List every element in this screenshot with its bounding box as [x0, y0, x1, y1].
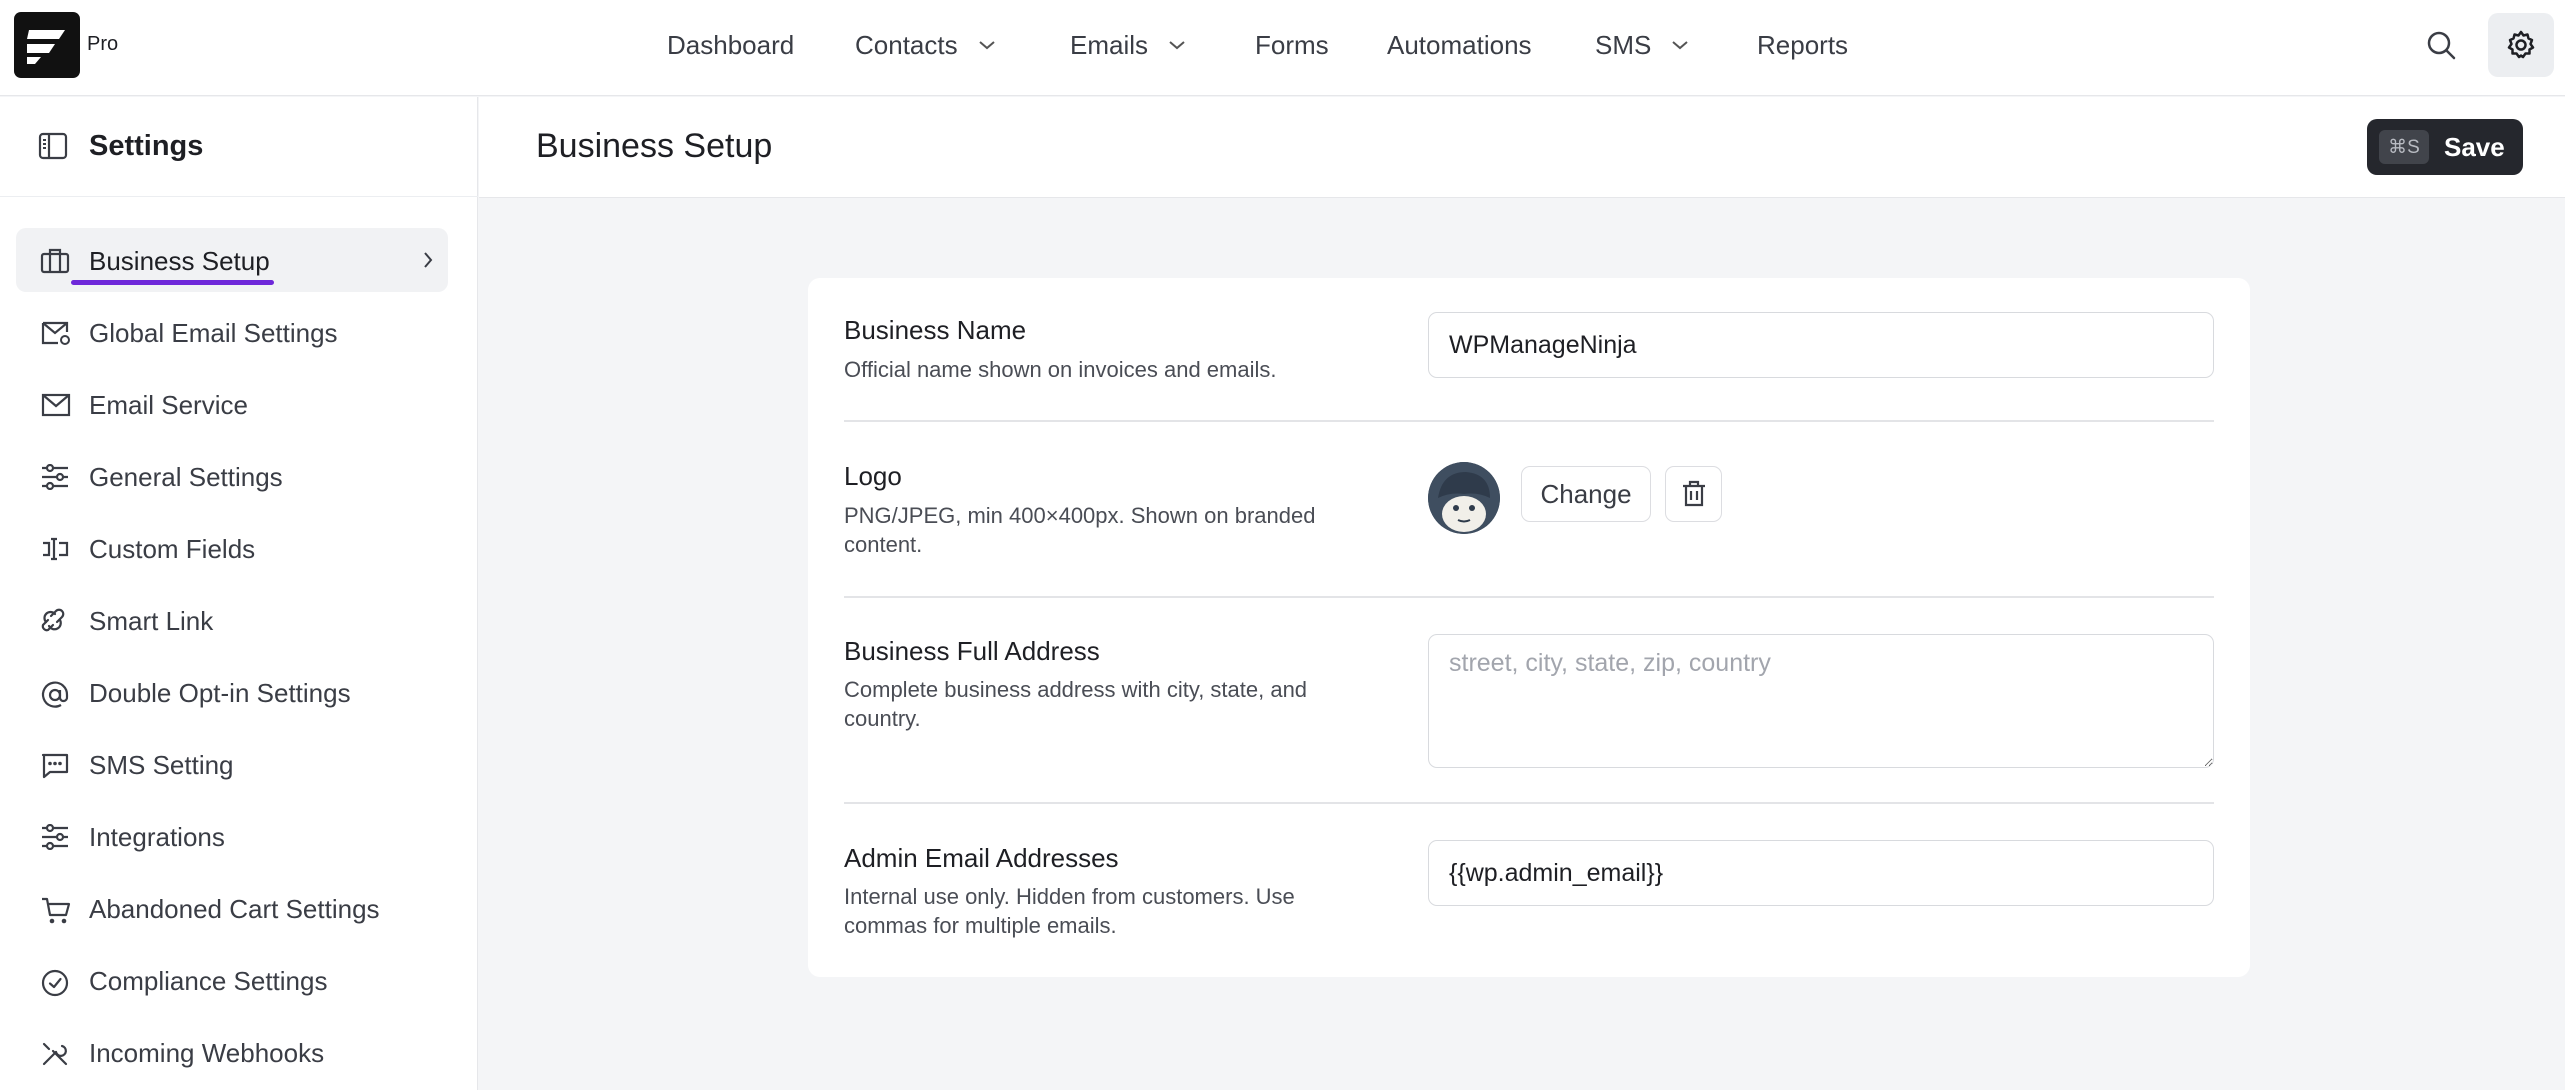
sidebar-item-abandoned-cart-settings[interactable]: Abandoned Cart Settings: [16, 876, 448, 940]
nav-automations[interactable]: Automations: [1387, 27, 1532, 63]
delete-logo-button[interactable]: [1665, 466, 1722, 522]
app-logo[interactable]: [14, 12, 80, 78]
sidebar-item-incoming-webhooks[interactable]: Incoming Webhooks: [16, 1020, 448, 1084]
divider: [844, 802, 2214, 804]
tools-icon: [42, 1042, 68, 1066]
active-item-underline: [71, 280, 274, 285]
sidebar-item-global-email-settings[interactable]: Global Email Settings: [16, 300, 448, 364]
sidebar-item-custom-fields[interactable]: Custom Fields: [16, 516, 448, 580]
nav-reports-label: Reports: [1757, 29, 1849, 60]
address-textarea[interactable]: [1428, 634, 2214, 768]
nav-automations-label: Automations: [1387, 29, 1532, 60]
change-logo-label: Change: [1540, 478, 1632, 509]
sidebar-item-label: Smart Link: [89, 606, 214, 636]
briefcase-icon: [40, 248, 70, 274]
at-icon: [41, 681, 69, 708]
cart-icon: [42, 897, 71, 924]
business-setup-form: Business Name Official name shown on inv…: [808, 278, 2250, 977]
sidebar-item-label: SMS Setting: [89, 750, 234, 780]
nav-forms[interactable]: Forms: [1255, 27, 1329, 63]
change-logo-button[interactable]: Change: [1521, 466, 1651, 522]
settings-sidebar: Settings Business Setup Global Email Set…: [0, 97, 478, 1090]
sidebar-item-label: Global Email Settings: [89, 318, 338, 348]
sidebar-item-general-settings[interactable]: General Settings: [16, 444, 448, 508]
keyboard-shortcut-badge: ⌘S: [2379, 130, 2429, 164]
gear-icon: [2507, 30, 2535, 59]
nav-emails-label: Emails: [1070, 29, 1149, 60]
sidebar-item-label: Incoming Webhooks: [89, 1038, 325, 1068]
sidebar-item-double-opt-in-settings[interactable]: Double Opt-in Settings: [16, 660, 448, 724]
sidebar-item-sms-setting[interactable]: SMS Setting: [16, 732, 448, 796]
sliders-icon: [42, 464, 68, 490]
text-cursor-icon: [43, 537, 69, 561]
admin-email-input[interactable]: [1428, 840, 2214, 906]
nav-sms[interactable]: SMS: [1595, 27, 1689, 63]
nav-dashboard-label: Dashboard: [667, 29, 795, 60]
sidebar-title: Settings: [89, 130, 204, 162]
logo-description: PNG/JPEG, min 400×400px. Shown on brande…: [844, 503, 1316, 557]
check-circle-icon: [41, 969, 69, 997]
address-description: Complete business address with city, sta…: [844, 677, 1308, 731]
nav-emails[interactable]: Emails: [1070, 27, 1186, 63]
sidebar-item-integrations[interactable]: Integrations: [16, 804, 448, 868]
nav-forms-label: Forms: [1255, 29, 1329, 60]
chevron-right-icon: [424, 252, 433, 268]
divider: [844, 596, 2214, 598]
search-button[interactable]: [2408, 13, 2474, 77]
sidebar-item-label: Compliance Settings: [89, 966, 328, 996]
business-name-input[interactable]: [1428, 312, 2214, 378]
chevron-down-icon: [1672, 41, 1688, 50]
business-name-title: Business Name: [844, 315, 1027, 345]
top-navigation-bar: Pro Dashboard Contacts Emails Forms Auto…: [0, 0, 2565, 96]
mail-gear-icon: [41, 321, 70, 345]
nav-dashboard[interactable]: Dashboard: [667, 27, 794, 63]
admin-email-description: Internal use only. Hidden from customers…: [844, 884, 1295, 938]
logo-preview: [1428, 462, 1500, 534]
link-icon: [41, 608, 65, 632]
message-icon: [41, 753, 69, 779]
sidebar-item-email-service[interactable]: Email Service: [16, 372, 448, 436]
sidebar-item-label: General Settings: [89, 462, 283, 492]
logo-mark-icon: [27, 30, 65, 64]
sidebar-header: Settings: [0, 97, 478, 197]
save-button-label: Save: [2444, 131, 2505, 162]
sidebar-item-label: Double Opt-in Settings: [89, 678, 351, 708]
address-title: Business Full Address: [844, 636, 1100, 666]
chevron-down-icon: [1169, 41, 1185, 50]
trash-icon: [1682, 480, 1705, 507]
page-title: Business Setup: [536, 127, 773, 165]
sidebar-item-label: Email Service: [89, 390, 248, 420]
mail-icon: [41, 393, 71, 417]
settings-button[interactable]: [2488, 13, 2554, 77]
admin-email-title: Admin Email Addresses: [844, 843, 1119, 873]
search-icon: [2427, 31, 2456, 60]
sidebar-toggle-icon[interactable]: [38, 131, 68, 161]
nav-reports[interactable]: Reports: [1757, 27, 1848, 63]
sidebar-item-label: Integrations: [89, 822, 225, 852]
ninja-avatar-icon: [1428, 462, 1500, 534]
nav-contacts-label: Contacts: [855, 29, 958, 60]
sidebar-item-label: Business Setup: [89, 246, 270, 276]
business-name-description: Official name shown on invoices and emai…: [844, 357, 1277, 382]
sidebar-item-label: Custom Fields: [89, 534, 256, 564]
nav-contacts[interactable]: Contacts: [855, 27, 996, 63]
page-header: Business Setup ⌘S Save: [479, 97, 2565, 198]
plan-badge: Pro: [87, 33, 119, 55]
sidebar-item-label: Abandoned Cart Settings: [89, 894, 380, 924]
chevron-down-icon: [978, 41, 995, 50]
nav-sms-label: SMS: [1595, 29, 1652, 60]
sliders-icon: [42, 824, 68, 850]
save-button[interactable]: ⌘S Save: [2367, 119, 2523, 175]
divider: [844, 420, 2214, 422]
sidebar-item-compliance-settings[interactable]: Compliance Settings: [16, 948, 448, 1012]
logo-title: Logo: [844, 461, 902, 491]
sidebar-item-smart-link[interactable]: Smart Link: [16, 588, 448, 652]
